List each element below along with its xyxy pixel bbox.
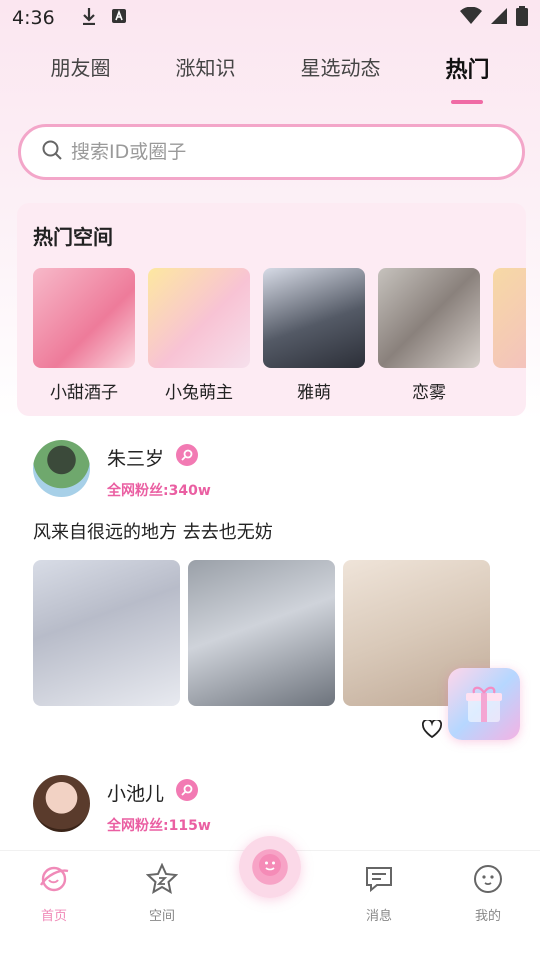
space-item[interactable]: 恋雾 [378, 268, 480, 403]
home-planet-icon [38, 863, 70, 899]
search-input[interactable] [71, 141, 471, 163]
tab-knowledge[interactable]: 涨知识 [175, 48, 235, 100]
tab-star-picks[interactable]: 星选动态 [300, 48, 380, 100]
signal-icon [490, 7, 508, 30]
space-thumbnail [378, 268, 480, 368]
space-thumbnail [33, 268, 135, 368]
nav-label: 我的 [474, 909, 501, 924]
post-photos [33, 560, 490, 706]
space-item[interactable]: 小兔萌主 [148, 268, 250, 403]
hot-spaces-title: 热门空间 [33, 225, 113, 249]
post-username[interactable]: 小池儿 [107, 779, 164, 806]
tab-hot[interactable]: 热门 [445, 48, 489, 100]
space-item[interactable]: 小甜酒子 [33, 268, 135, 403]
verified-badge-icon [176, 779, 198, 801]
space-thumbnail [148, 268, 250, 368]
post-username[interactable]: 朱三岁 [107, 444, 164, 471]
status-bar: 4:36 [0, 0, 540, 36]
app-a-icon [111, 8, 127, 29]
star-space-icon [145, 862, 179, 899]
fans-count: 全网粉丝:115w [107, 818, 211, 834]
space-name: 小甜酒子 [50, 383, 118, 403]
status-time: 4:36 [12, 7, 55, 29]
space-thumbnail [493, 268, 526, 368]
nav-space[interactable]: 空间 [122, 862, 202, 924]
fans-count: 全网粉丝:340w [107, 483, 211, 499]
space-name: 雅萌 [297, 383, 331, 403]
avatar[interactable] [33, 775, 90, 832]
space-item[interactable] [493, 268, 526, 403]
profile-face-icon [472, 863, 504, 899]
post-caption: 风来自很远的地方 去去也无妨 [33, 522, 273, 543]
download-icon [81, 7, 97, 30]
verified-badge-icon [176, 444, 198, 466]
space-thumbnail [263, 268, 365, 368]
post-photo[interactable] [188, 560, 335, 706]
space-item[interactable]: 雅萌 [263, 268, 365, 403]
like-heart-icon[interactable] [421, 718, 443, 742]
nav-label: 消息 [365, 909, 392, 924]
nav-profile[interactable]: 我的 [448, 863, 528, 924]
space-name: 恋雾 [412, 383, 446, 403]
nav-messages[interactable]: 消息 [339, 863, 419, 924]
nav-label: 空间 [148, 909, 175, 924]
tab-friends-circle[interactable]: 朋友圈 [50, 48, 110, 100]
top-tabs: 朋友圈 涨知识 星选动态 热门 [0, 48, 540, 100]
wifi-icon [460, 6, 482, 30]
nav-label: 首页 [40, 909, 67, 924]
gift-box-icon[interactable] [448, 668, 520, 740]
avatar[interactable] [33, 440, 90, 497]
post-photo[interactable] [33, 560, 180, 706]
hot-spaces-list: 小甜酒子 小兔萌主 雅萌 恋雾 [33, 268, 526, 403]
search-icon [41, 139, 71, 165]
battery-icon [516, 5, 528, 31]
message-icon [363, 863, 395, 899]
smiley-face-icon [257, 852, 283, 882]
hot-spaces-card: 热门空间 小甜酒子 小兔萌主 雅萌 恋雾 [17, 203, 526, 416]
space-name: 小兔萌主 [165, 383, 233, 403]
nav-home[interactable]: 首页 [14, 863, 94, 924]
center-create-button[interactable] [239, 836, 301, 898]
search-bar[interactable] [18, 124, 525, 180]
